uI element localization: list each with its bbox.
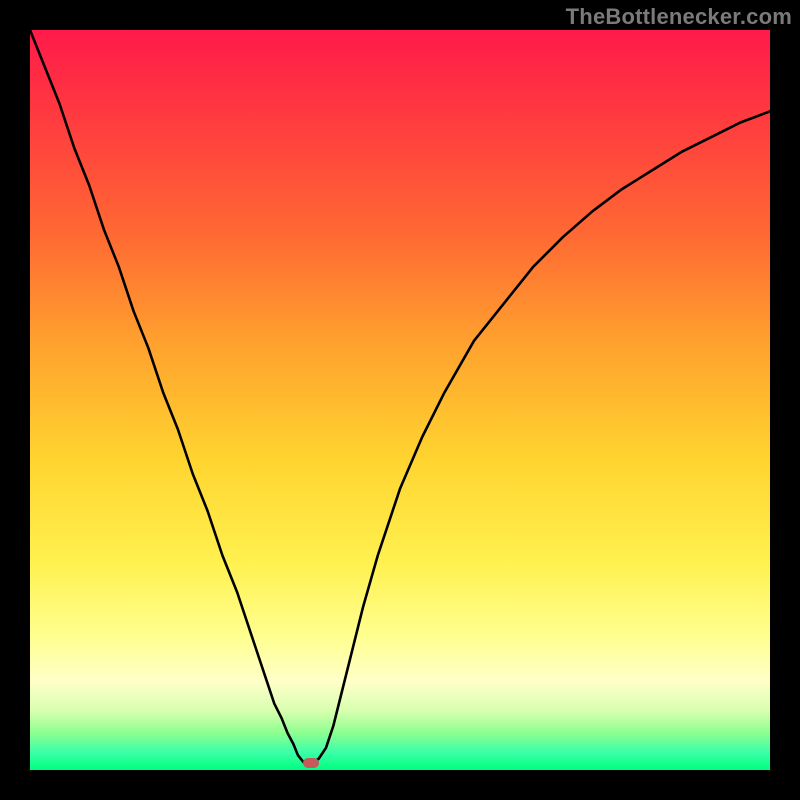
chart-frame: TheBottlenecker.com xyxy=(0,0,800,800)
bottleneck-curve xyxy=(30,30,770,770)
plot-area xyxy=(30,30,770,770)
optimal-point-marker xyxy=(303,758,319,768)
watermark-text: TheBottlenecker.com xyxy=(566,4,792,30)
